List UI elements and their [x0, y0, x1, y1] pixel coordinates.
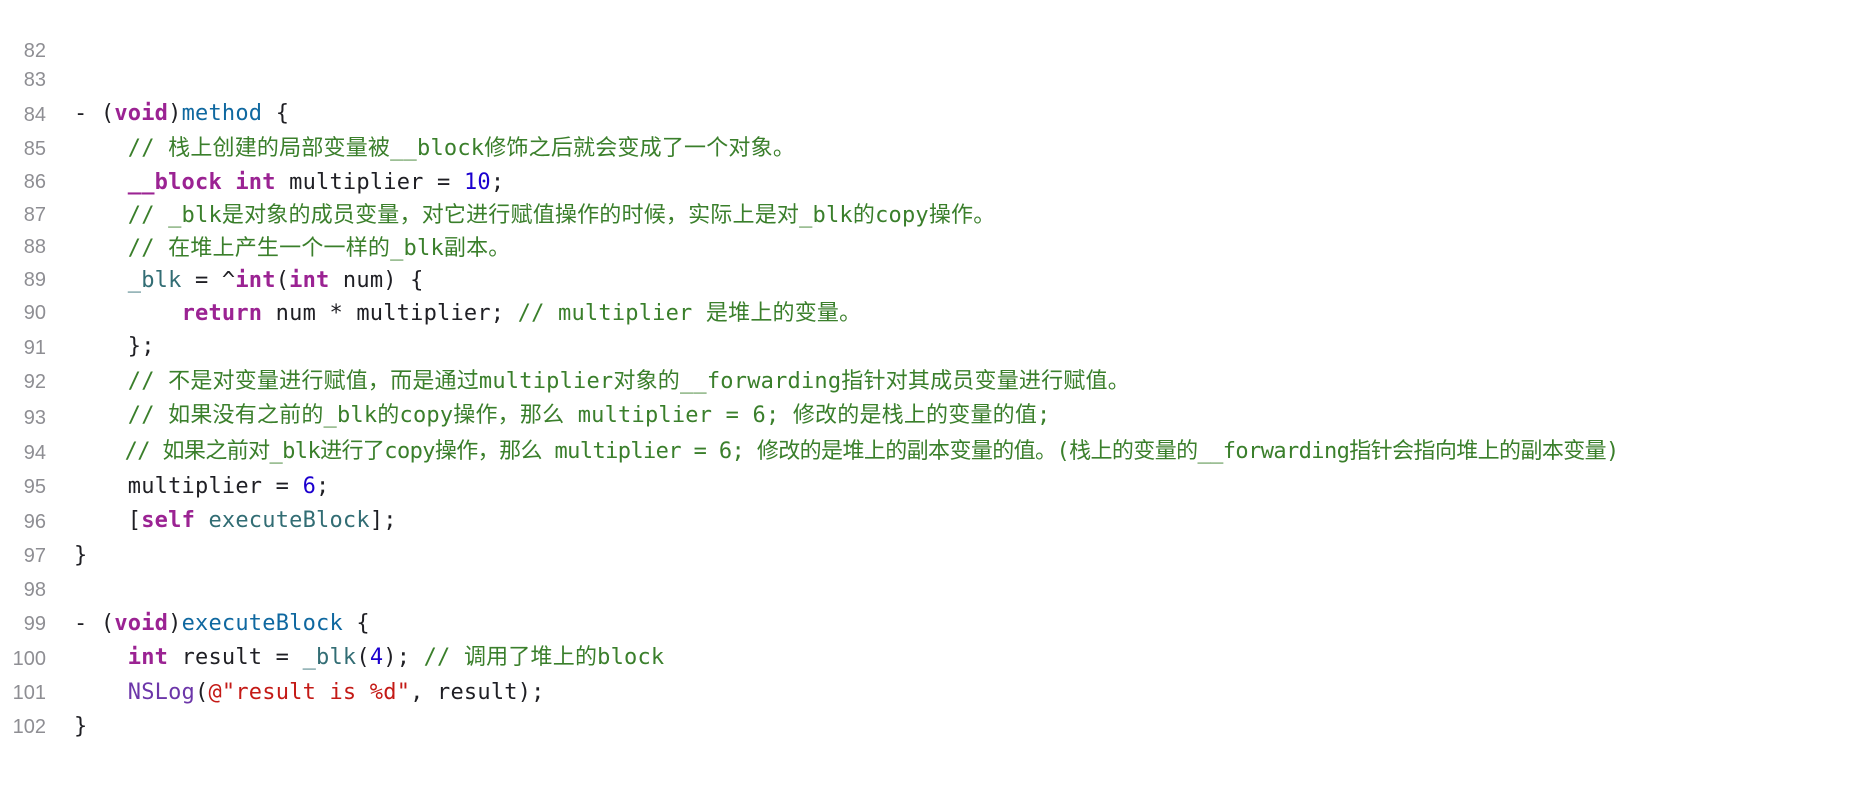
code-line-89[interactable]: 89 return num * multiplier; // multiplie… — [0, 229, 1868, 326]
code-line-94[interactable]: 94 multiplier = 6; — [0, 402, 1868, 499]
code-text[interactable]: } — [74, 710, 87, 744]
code-line-100[interactable]: 100 NSLog(@"result is %d", result); — [0, 608, 1868, 705]
token: } — [74, 714, 88, 739]
code-line-88[interactable]: 88 _blk = ^int(int num) { — [0, 196, 1868, 293]
code-line-99[interactable]: 99 int result = _blk(4); // 调用了堆上的block — [0, 573, 1868, 670]
code-line-86[interactable]: 86 // _blk是对象的成员变量，对它进行赋值操作的时候，实际上是对_blk… — [0, 131, 1868, 228]
line-number: 102 — [12, 716, 46, 738]
code-line-97[interactable]: 97 — [0, 505, 1868, 567]
code-line-98[interactable]: 98 - (void)executeBlock { — [0, 539, 1868, 636]
code-line-101[interactable]: 101 } — [0, 642, 1868, 739]
code-line-92[interactable]: 92 // 如果没有之前的_blk的copy操作，那么 multiplier =… — [0, 331, 1868, 428]
code-line-90[interactable]: 90 }; — [0, 262, 1868, 359]
code-line-84[interactable]: 84 // 栈上创建的局部变量被__block修饰之后就会变成了一个对象。 — [0, 64, 1868, 161]
code-line-102[interactable]: 102 — [0, 676, 1868, 738]
code-line-96[interactable]: 96 } — [0, 471, 1868, 568]
code-line-95[interactable]: 95 [self executeBlock]; — [0, 436, 1868, 533]
code-line-91[interactable]: 91 // 不是对变量进行赋值，而是通过multiplier对象的__forwa… — [0, 297, 1868, 394]
code-line-85[interactable]: 85 __block int multiplier = 10; — [0, 98, 1868, 195]
code-line-93[interactable]: 93 // 如果之前对_blk进行了copy操作，那么 multiplier =… — [0, 367, 1868, 464]
code-editor[interactable]: 82 83 - (void)method { 84 // 栈上创建的局部变量被_… — [0, 0, 1868, 746]
code-line-87[interactable]: 87 // 在堆上产生一个一样的_blk副本。 — [0, 164, 1868, 261]
code-line-83[interactable]: 83 - (void)method { — [0, 29, 1868, 126]
